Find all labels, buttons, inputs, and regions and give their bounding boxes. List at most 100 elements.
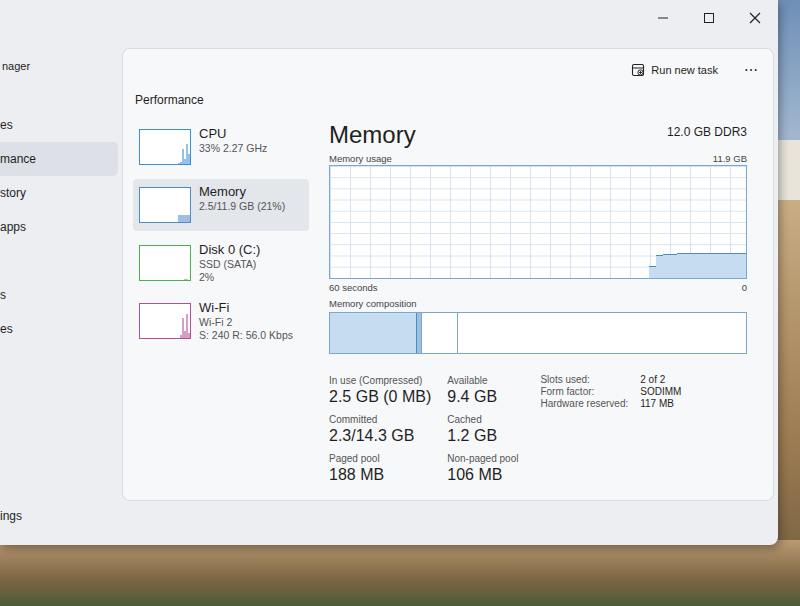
device-item[interactable]: Wi-FiWi-Fi 2S: 240 R: 56.0 Kbps	[133, 295, 309, 347]
sidebar-item[interactable]: ings	[0, 499, 118, 533]
memory-detail: Memory12.0 GB DDR3 Memory usage11.9 GB 60 …	[329, 121, 747, 490]
device-text: CPU33% 2.27 GHz	[199, 126, 267, 155]
stat-label: Cached	[447, 413, 518, 426]
chart-bar	[719, 253, 726, 278]
thumbnail-bar	[188, 215, 190, 222]
close-button[interactable]	[732, 0, 778, 36]
chart-bar	[732, 253, 739, 278]
pane-body: CPU33% 2.27 GHz Memory2.5/11.9 GB (21%) Di…	[123, 113, 773, 500]
device-thumbnail	[139, 129, 191, 165]
detail-header: Memory12.0 GB DDR3	[329, 121, 747, 149]
task-manager-window: nageresmancestoryappssesingsPerformanceR…	[0, 0, 778, 545]
background-rock	[0, 540, 800, 606]
property-key: Hardware reserved:	[540, 398, 628, 409]
device-detail: Wi-Fi 2	[199, 316, 293, 329]
device-thumbnail	[139, 245, 191, 281]
device-name: Wi-Fi	[199, 300, 293, 316]
device-item[interactable]: CPU33% 2.27 GHz	[133, 121, 309, 173]
toolbar: Run new task ⋯	[627, 61, 759, 79]
axis-right-label: 0	[742, 282, 747, 294]
memory-composition-bar	[329, 312, 747, 354]
stat: Non-paged pool106 MB	[447, 452, 518, 485]
minimize-button[interactable]	[640, 0, 686, 36]
composition-segment	[421, 313, 458, 353]
chart-bar	[670, 254, 677, 278]
more-button[interactable]: ⋯	[744, 62, 759, 78]
stat-value: 9.4 GB	[447, 387, 518, 407]
chart-bar	[705, 253, 712, 278]
sidebar-item[interactable]: es	[0, 108, 118, 142]
chart-bar	[677, 253, 684, 278]
stat: Cached1.2 GB	[447, 413, 518, 446]
device-text: Disk 0 (C:)SSD (SATA)2%	[199, 242, 260, 284]
chart-bar	[712, 253, 719, 278]
stat-value: 2.5 GB (0 MB)	[329, 387, 431, 407]
device-thumbnail	[139, 187, 191, 223]
pane-title: Performance	[135, 93, 204, 107]
sidebar-item[interactable]: story	[0, 176, 118, 210]
sidebar-item[interactable]: mance	[0, 142, 118, 176]
chart-bar	[684, 253, 691, 278]
property-key: Form factor:	[540, 386, 628, 397]
sidebar-item[interactable]: es	[0, 312, 118, 346]
stat: Available9.4 GB	[447, 374, 518, 407]
stat: In use (Compressed)2.5 GB (0 MB)	[329, 374, 431, 407]
device-text: Wi-FiWi-Fi 2S: 240 R: 56.0 Kbps	[199, 300, 293, 342]
property-value: SODIMM	[640, 386, 681, 397]
stat-label: Non-paged pool	[447, 452, 518, 465]
device-detail: 2.5/11.9 GB (21%)	[199, 200, 285, 213]
device-name: Disk 0 (C:)	[199, 242, 260, 258]
main-area: nageresmancestoryappssesingsPerformanceR…	[0, 36, 778, 545]
thumbnail-bar	[188, 333, 190, 338]
property-value: 2 of 2	[640, 374, 681, 385]
composition-segment	[330, 313, 417, 353]
usage-label-row: Memory usage11.9 GB	[329, 153, 747, 165]
device-thumbnail	[139, 303, 191, 339]
stat-value: 2.3/14.3 GB	[329, 426, 431, 446]
chart-bar	[663, 254, 670, 278]
stat: Committed2.3/14.3 GB	[329, 413, 431, 446]
device-text: Memory2.5/11.9 GB (21%)	[199, 184, 285, 213]
usage-label: Memory usage	[329, 153, 392, 165]
close-icon	[749, 12, 761, 24]
axis-left-label: 60 seconds	[329, 282, 378, 294]
device-detail: 2%	[199, 271, 260, 284]
sidebar-item[interactable]: s	[0, 278, 118, 312]
device-detail: S: 240 R: 56.0 Kbps	[199, 329, 293, 342]
stat-value: 1.2 GB	[447, 426, 518, 446]
pane-header: Performance Run new task ⋯	[123, 49, 773, 113]
stats-grid: In use (Compressed)2.5 GB (0 MB) Availabl…	[329, 374, 518, 485]
stat: Paged pool188 MB	[329, 452, 431, 485]
stat-value: 106 MB	[447, 465, 518, 485]
chart-bar	[649, 266, 656, 278]
device-item[interactable]: Disk 0 (C:)SSD (SATA)2%	[133, 237, 309, 289]
sidebar-item[interactable]: apps	[0, 210, 118, 244]
properties: Slots used: 2 of 2 Form factor: SODIMM Hardw…	[540, 374, 681, 485]
maximize-button[interactable]	[686, 0, 732, 36]
stat-label: Available	[447, 374, 518, 387]
chart-bar	[739, 253, 746, 278]
device-name: Memory	[199, 184, 285, 200]
performance-pane: Performance Run new task ⋯ CPU33% 2.27 GHz M…	[122, 48, 774, 501]
property-value: 117 MB	[640, 398, 681, 409]
title-bar	[0, 0, 778, 36]
property-key: Slots used:	[540, 374, 628, 385]
run-new-task-label: Run new task	[651, 64, 718, 76]
chart-axis: 60 seconds 0	[329, 282, 747, 294]
run-new-task-button[interactable]: Run new task	[627, 61, 722, 79]
sidebar: nageresmancestoryappssesings	[0, 36, 120, 545]
thumbnail-bar	[188, 154, 190, 164]
device-item[interactable]: Memory2.5/11.9 GB (21%)	[133, 179, 309, 231]
memory-spec: 12.0 GB DDR3	[667, 125, 747, 139]
run-task-icon	[631, 63, 645, 77]
device-detail: 33% 2.27 GHz	[199, 142, 267, 155]
device-list: CPU33% 2.27 GHz Memory2.5/11.9 GB (21%) Di…	[133, 121, 309, 490]
stat-label: In use (Compressed)	[329, 374, 431, 387]
minimize-icon	[657, 12, 669, 24]
sidebar-spacer	[0, 244, 120, 278]
maximize-icon	[703, 12, 715, 24]
thumbnail-bar	[188, 280, 190, 281]
composition-segment	[458, 313, 746, 353]
chart-bar	[698, 253, 705, 278]
device-name: CPU	[199, 126, 267, 142]
